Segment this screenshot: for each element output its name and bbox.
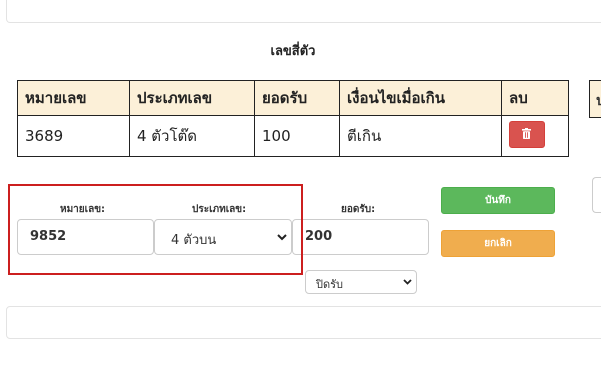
table-header-row: หมายเลข ประเภทเลข ยอดรับ เงื่อนไขเมื่อเก… [17, 80, 569, 116]
bottom-panel [6, 306, 601, 339]
table-next-column-edge: ป [589, 80, 601, 118]
status-select[interactable]: ปิดรับ [305, 270, 417, 294]
header-number: หมายเลข [17, 80, 130, 116]
lottery-table: หมายเลข ประเภทเลข ยอดรับ เงื่อนไขเมื่อเก… [17, 80, 569, 157]
status-select-value: ปิดรับ [316, 278, 344, 291]
cell-type: 4 ตัวโต๊ด [129, 115, 255, 157]
top-panel [6, 0, 601, 23]
cell-amount: 100 [254, 115, 340, 157]
cell-number: 3689 [17, 115, 130, 157]
next-form-field-edge [592, 177, 601, 213]
trash-icon [522, 127, 531, 139]
cell-delete [501, 115, 569, 157]
delete-button[interactable] [509, 120, 545, 148]
header-condition: เงื่อนไขเมื่อเกิน [339, 80, 502, 116]
header-type: ประเภทเลข [129, 80, 255, 116]
cell-condition: ตีเกิน [339, 115, 502, 157]
save-button[interactable]: บันทึก [441, 187, 555, 214]
header-amount: ยอดรับ [254, 80, 340, 116]
table-row: 3689 4 ตัวโต๊ด 100 ตีเกิน [17, 115, 569, 157]
cancel-button[interactable]: ยกเลิก [441, 230, 555, 257]
amount-label: ยอดรับ: [341, 204, 376, 215]
next-column-header-fragment: ป [596, 93, 601, 109]
header-delete: ลบ [501, 80, 569, 116]
table-title: เลขสี่ตัว [270, 44, 316, 59]
amount-input[interactable]: 200 [292, 219, 429, 255]
highlight-box [8, 184, 303, 275]
chevron-down-icon [403, 279, 412, 285]
